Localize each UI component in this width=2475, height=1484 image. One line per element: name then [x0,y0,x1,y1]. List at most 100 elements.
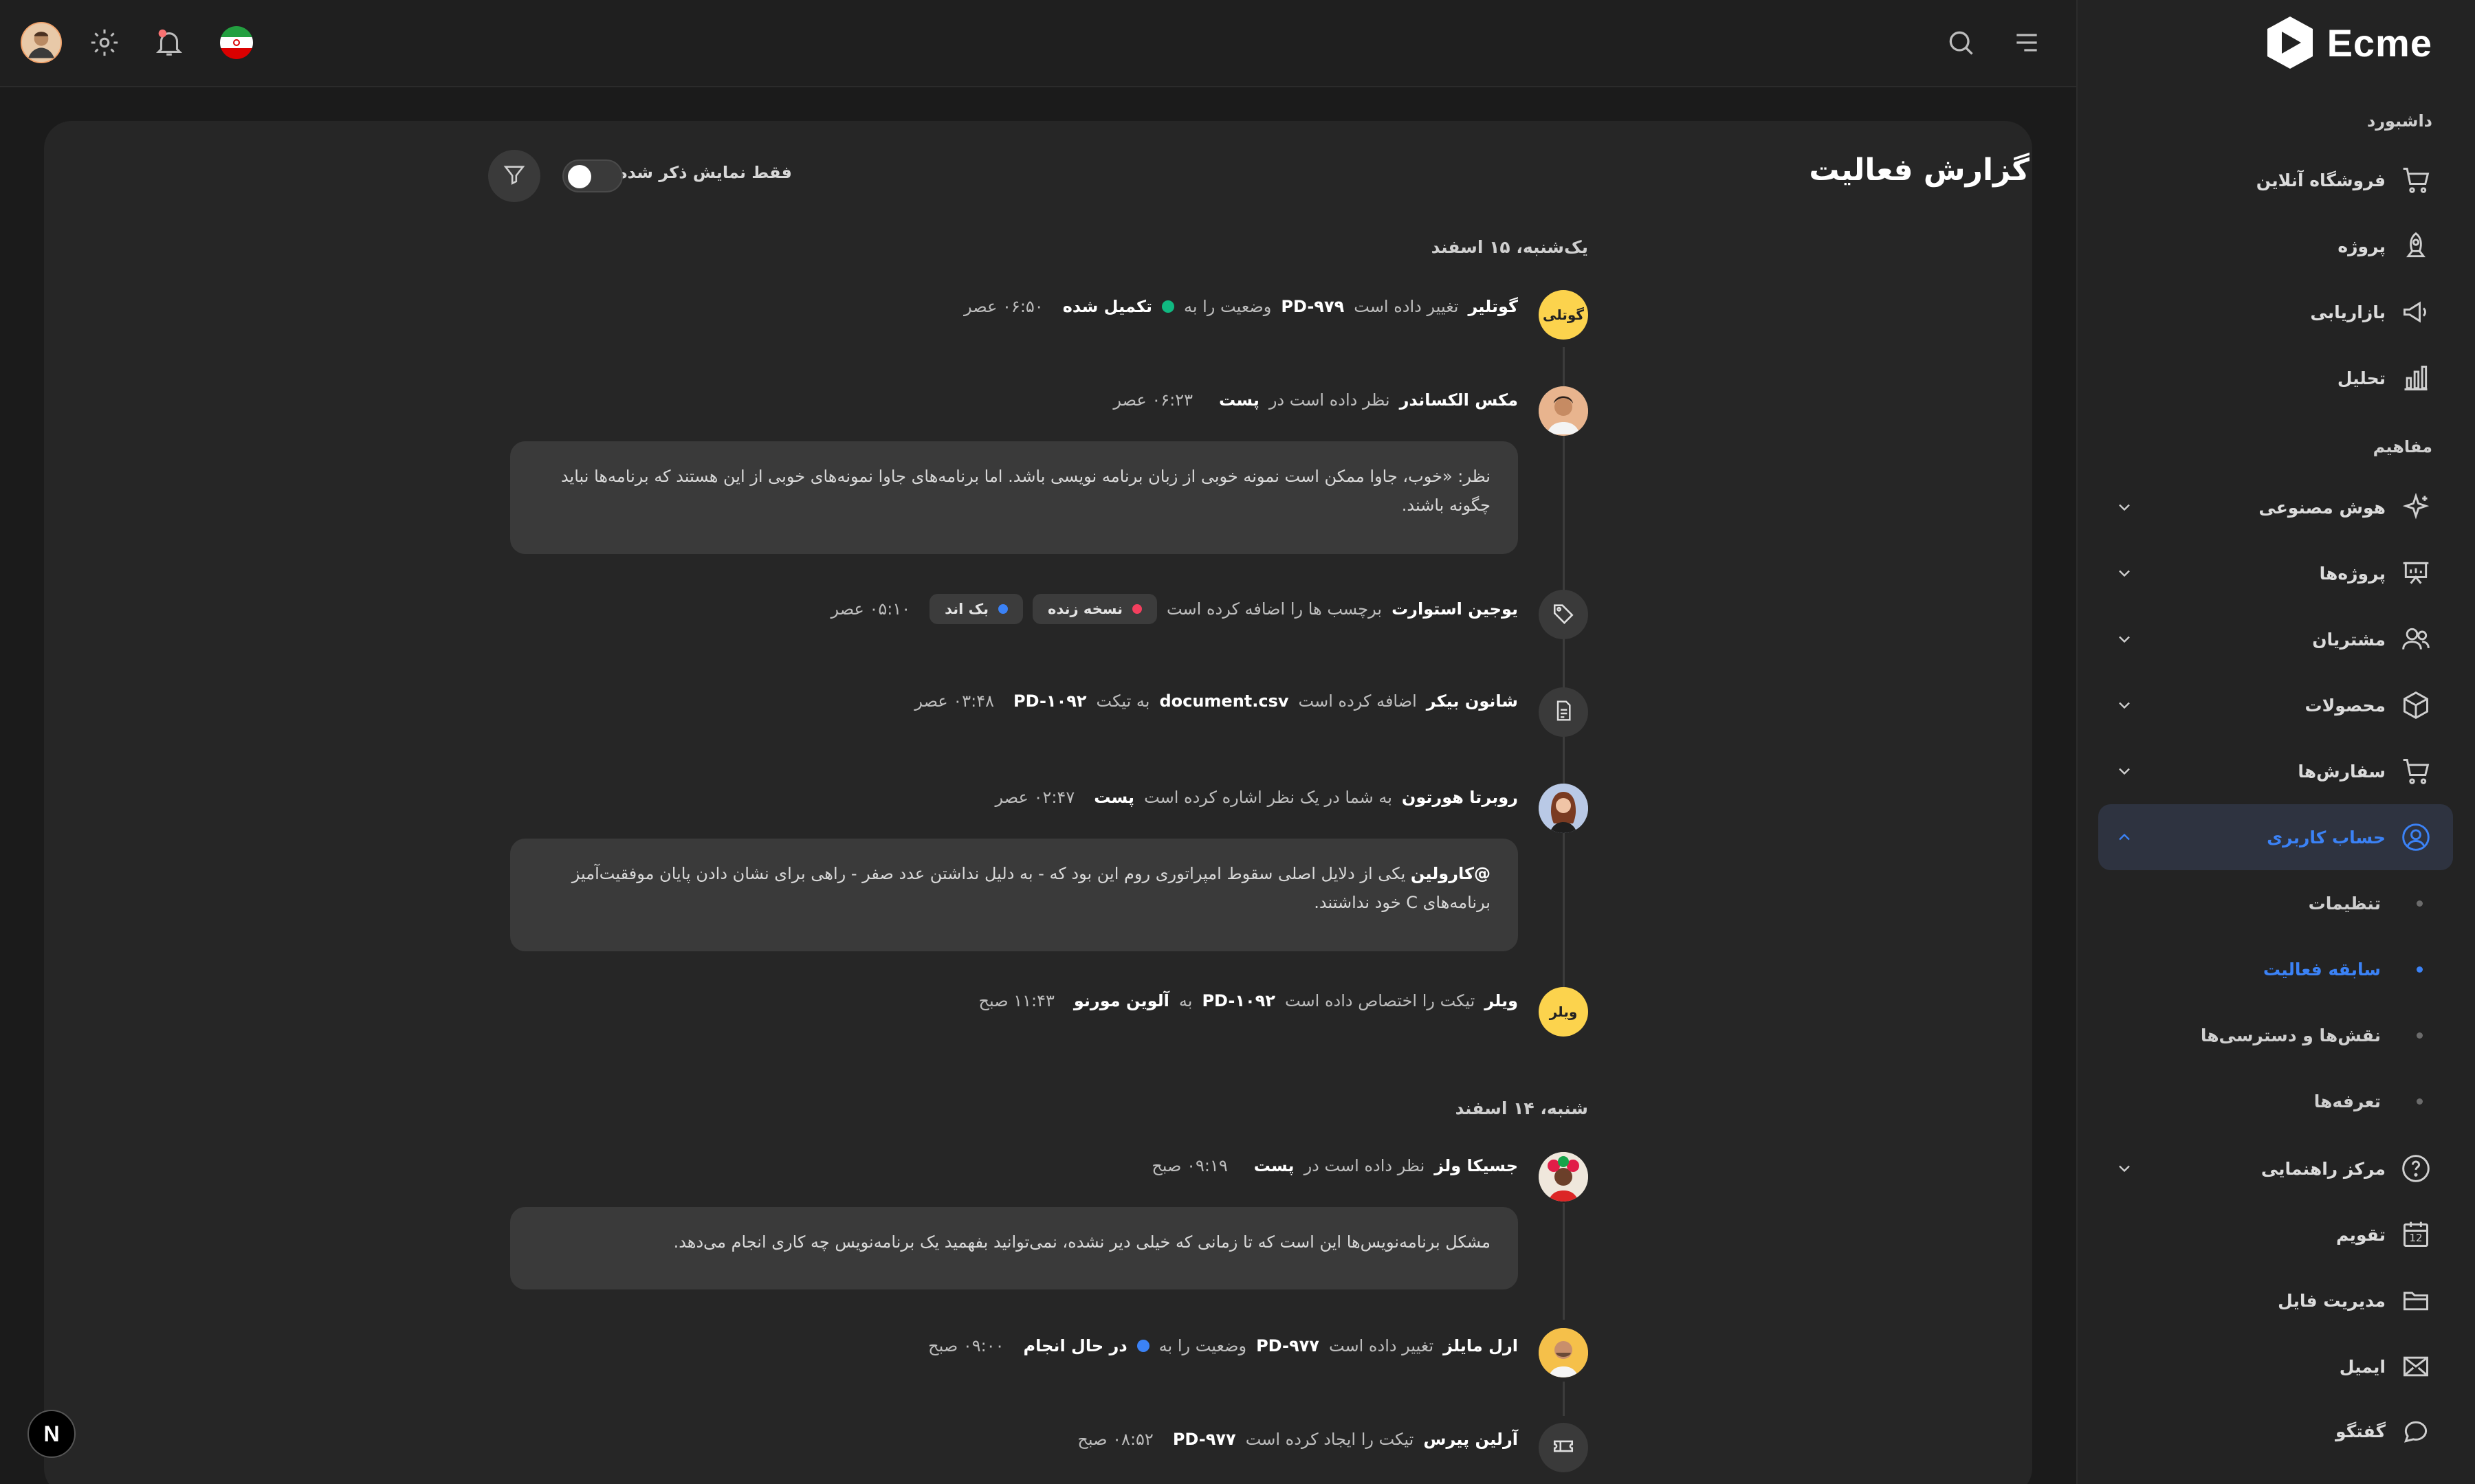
sidebar-subitem-settings[interactable]: تنظیمات [2098,870,2453,936]
activity-time: ۰۸:۵۲ صبح [1077,1430,1154,1449]
comment-box: مشکل برنامه‌نویس‌ها این است که تا زمانی … [510,1207,1518,1289]
activity-user[interactable]: مکس الکساندر [1400,390,1518,410]
chevron-up-icon[interactable] [2115,828,2134,847]
filter-icon [503,163,526,189]
comment-box: @کارولین یکی از دلایل اصلی سقوط امپراتور… [510,839,1518,951]
ticket-link[interactable]: PD-۹۷۷ [1256,1336,1319,1355]
status-dot [1161,300,1174,313]
sidebar-item-account[interactable]: حساب کاربری [2098,804,2453,870]
iran-flag-icon[interactable] [216,22,257,63]
chevron-down-icon[interactable] [2115,696,2134,715]
avatar [1539,687,1588,737]
sidebar-item-customers[interactable]: مشتریان [2098,606,2453,672]
sidebar-item-marketing[interactable]: بازاریابی [2098,279,2453,345]
sidebar-subitem-pricing[interactable]: تعرفه‌ها [2098,1068,2453,1134]
sidebar-item-email[interactable]: ایمیل [2098,1333,2453,1399]
next-badge[interactable]: N [28,1410,76,1458]
cart-icon [2399,755,2432,788]
ticket-link[interactable]: PD-۹۷۷ [1173,1430,1236,1449]
chevron-down-icon[interactable] [2115,1159,2134,1178]
activity-item: یوجین استوارت برچسب ها را اضافه کرده است… [830,594,1518,624]
rocket-icon [2399,230,2432,263]
activity-time: ۰۶:۲۳ عصر [1113,390,1193,410]
ticket-icon [1552,1435,1575,1461]
bullet-icon [2417,900,2423,907]
status-label: تکمیل شده [1062,297,1152,316]
assignee-link[interactable]: آلوین مورنو [1074,991,1169,1010]
sidebar-item-help-center[interactable]: مرکز راهنمایی [2098,1136,2453,1201]
sidebar-item-products[interactable]: محصولات [2098,672,2453,738]
logo-icon [2263,15,2318,70]
file-icon [1552,700,1574,725]
date-heading: شنبه، ۱۴ اسفند [1455,1098,1588,1118]
activity-user[interactable]: آرلین پیرس [1423,1430,1518,1449]
post-link[interactable]: پست [1254,1156,1295,1175]
sidebar-item-orders[interactable]: سفارش‌ها [2098,738,2453,804]
ticket-link[interactable]: PD-۹۷۹ [1281,297,1344,316]
mentions-only-toggle[interactable] [562,159,623,192]
avatar[interactable] [1539,1328,1588,1377]
sidebar-item-chat[interactable]: گفتگو [2098,1398,2453,1464]
comment-box: نظر: «خوب، جاوا ممکن است نمونه خوبی از ز… [510,441,1518,554]
sidebar-item-project[interactable]: پروژه [2098,213,2453,279]
menu-toggle-icon[interactable] [2006,22,2047,63]
activity-user[interactable]: یوجین استوارت [1392,599,1518,619]
activity-time: ۰۹:۰۰ صبح [928,1336,1004,1355]
activity-item: گوتلیر تغییر داده است PD-۹۷۹ وضعیت را به… [964,297,1518,316]
file-link[interactable]: document.csv [1159,691,1288,711]
status-dot [1136,1340,1150,1352]
sidebar-item-online-store[interactable]: فروشگاه آنلاین [2098,147,2453,213]
megaphone-icon [2399,296,2432,329]
calendar-icon: 12 [2399,1218,2432,1251]
sidebar-item-file-manager[interactable]: مدیریت فایل [2098,1267,2453,1333]
gear-icon[interactable] [84,22,125,63]
sidebar-item-projects[interactable]: پروژه‌ها [2098,540,2453,606]
chevron-down-icon[interactable] [2115,630,2134,649]
comment-text: نظر: «خوب، جاوا ممکن است نمونه خوبی از ز… [560,467,1490,515]
sidebar: Ecme داشبورد فروشگاه آنلاین پروژه بازاری… [2076,0,2475,1484]
ticket-link[interactable]: PD-۱۰۹۲ [1202,991,1275,1010]
top-header [0,0,2076,87]
activity-item: آرلین پیرس تیکت را ایجاد کرده است PD-۹۷۷… [1077,1430,1518,1449]
search-icon[interactable] [1940,22,1981,63]
activity-user[interactable]: شانون بیکر [1427,691,1518,711]
sidebar-subitem-roles[interactable]: نقش‌ها و دسترسی‌ها [2098,1002,2453,1068]
filter-button[interactable] [488,150,540,202]
calendar-day: 12 [2409,1232,2423,1244]
post-link[interactable]: پست [1094,788,1134,807]
user-avatar[interactable] [21,22,62,63]
timeline-line [1563,1203,1565,1320]
sidebar-item-calendar[interactable]: 12 تقویم [2098,1201,2453,1267]
tag-icon [1552,601,1575,628]
tag-badge: نسخه زنده [1033,594,1157,624]
avatar[interactable] [1539,1152,1588,1201]
mentions-only-label: فقط نمایش ذکر شده‌ها [600,163,792,182]
avatar[interactable]: ویلر [1539,987,1588,1037]
sidebar-subitem-activity-log[interactable]: سابقه فعالیت [2098,936,2453,1002]
avatar[interactable] [1539,386,1588,436]
chevron-down-icon[interactable] [2115,498,2134,517]
brand-name: Ecme [2326,21,2432,65]
folder-icon [2399,1284,2432,1317]
post-link[interactable]: پست [1219,390,1260,410]
sidebar-item-ai[interactable]: هوش مصنوعی [2098,474,2453,540]
mail-icon [2399,1350,2432,1383]
sidebar-item-analytics[interactable]: تحلیل [2098,345,2453,411]
activity-user[interactable]: روبرتا هورتون [1402,788,1518,807]
activity-time: ۰۹:۱۹ صبح [1152,1156,1228,1175]
cart-icon [2399,164,2432,197]
notification-bell-icon[interactable] [148,22,190,63]
brand-logo[interactable]: Ecme [2263,15,2432,70]
activity-user[interactable]: جسیکا ولز [1434,1156,1518,1175]
mention-link[interactable]: @کارولین [1411,864,1490,883]
avatar[interactable] [1539,784,1588,833]
activity-user[interactable]: گوتلیر [1468,297,1518,316]
activity-user[interactable]: ارل مایلز [1443,1336,1518,1355]
ticket-link[interactable]: PD-۱۰۹۲ [1013,691,1087,711]
activity-time: ۰۵:۱۰ عصر [830,599,911,619]
chevron-down-icon[interactable] [2115,564,2134,583]
chevron-down-icon[interactable] [2115,762,2134,781]
comment-text: یکی از دلایل اصلی سقوط امپراتوری روم این… [571,864,1490,912]
avatar[interactable]: گوتلی [1539,290,1588,340]
activity-user[interactable]: ویلر [1484,991,1518,1010]
